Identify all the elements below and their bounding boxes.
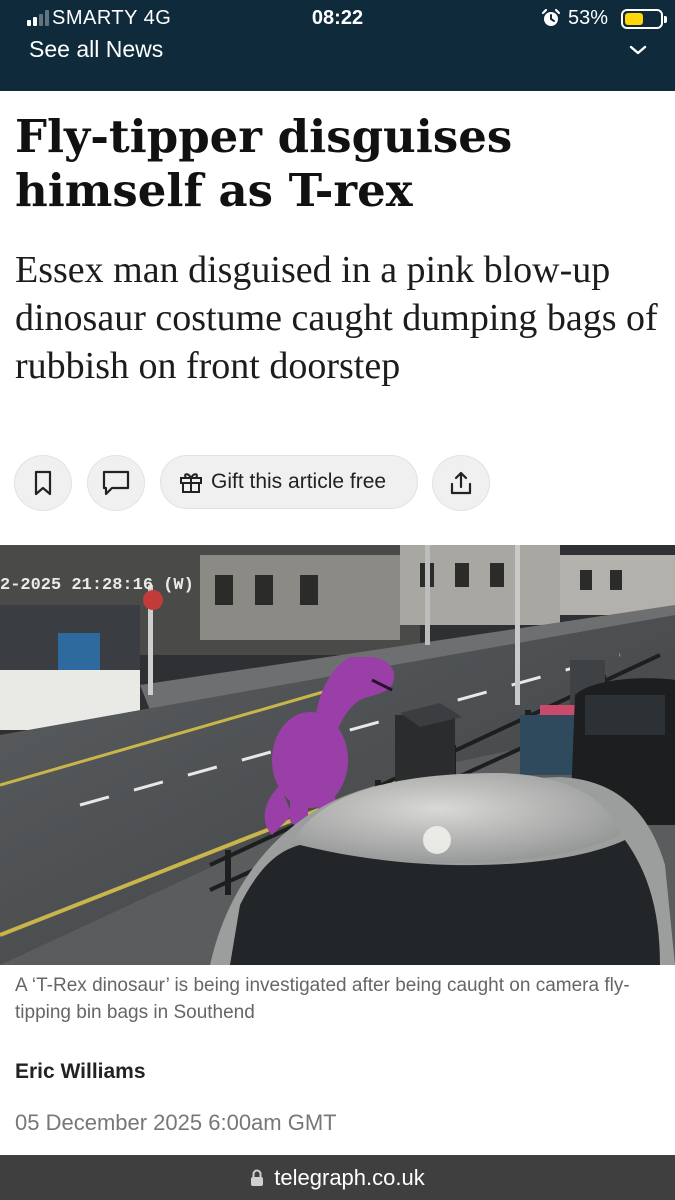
battery-percentage: 53% [568, 7, 609, 29]
article-actions: Gift this article free [14, 455, 664, 513]
gift-icon [180, 473, 202, 493]
gift-article-label: Gift this article free [211, 470, 387, 493]
bookmark-button[interactable] [14, 455, 72, 511]
see-all-news-label: See all News [29, 36, 164, 62]
cctv-timestamp: 2-2025 21:28:16 (W) [0, 576, 194, 595]
chevron-down-icon [629, 45, 647, 55]
address-url: telegraph.co.uk [274, 1164, 425, 1190]
lock-icon [251, 1169, 264, 1186]
photo-caption: A ‘T-Rex dinosaur’ is being investigated… [15, 975, 630, 1023]
status-bar: SMARTY 4G 08:22 53% [0, 0, 675, 36]
share-button[interactable] [432, 455, 490, 511]
cctv-still-illustration: 2-2025 21:28:16 (W) [0, 545, 675, 965]
author-byline[interactable]: Eric Williams [15, 1060, 146, 1084]
alarm-clock-icon [541, 8, 561, 26]
article-standfirst: Essex man disguised in a pink blow-up di… [15, 249, 658, 387]
gift-article-button[interactable]: Gift this article free [160, 455, 418, 509]
publish-date: 05 December 2025 6:00am GMT [15, 1110, 337, 1135]
browser-address-bar[interactable]: telegraph.co.uk [0, 1155, 675, 1200]
comments-button[interactable] [87, 455, 145, 511]
battery-fill [625, 13, 643, 25]
bookmark-icon [34, 470, 52, 496]
comment-icon [102, 470, 130, 496]
article-photo[interactable]: 2-2025 21:28:16 (W) [0, 545, 675, 965]
share-icon [450, 471, 472, 495]
top-bar: SMARTY 4G 08:22 53% See all News [0, 0, 675, 91]
see-all-news-menu[interactable]: See all News [0, 36, 675, 91]
battery-icon [621, 9, 667, 29]
article-headline: Fly-tipper disguises himself as T-rex [15, 110, 513, 217]
